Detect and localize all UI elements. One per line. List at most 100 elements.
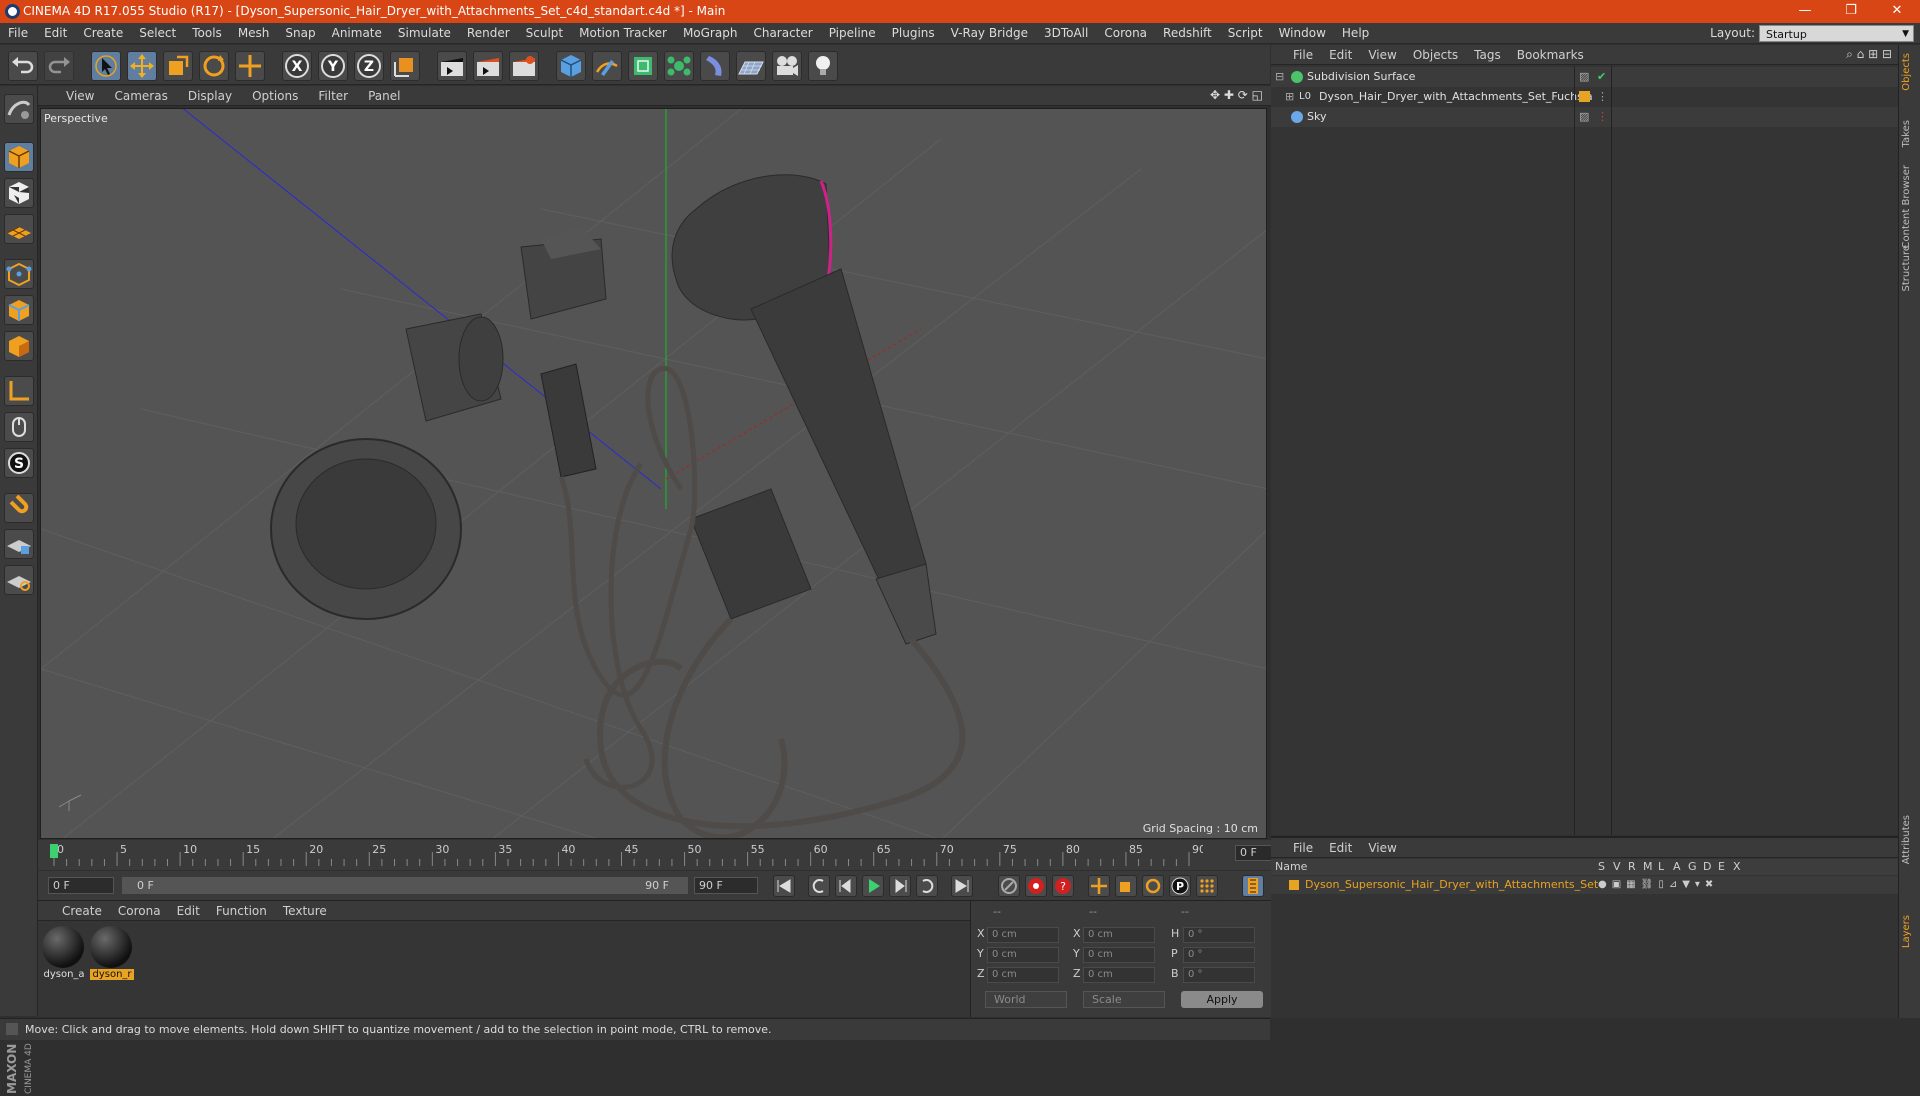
timeline-ruler[interactable]: 0 5 10 15 20 25 30 35 40 45 50 55 60 65 70 75 80 85 90 xyxy=(48,842,1203,868)
size-x-field[interactable]: 0 cm xyxy=(1083,927,1155,943)
timeline[interactable]: 0 5 10 15 20 25 30 35 40 45 50 55 60 65 70 75 80 85 90 0 F xyxy=(38,840,1299,870)
object-menu-objects[interactable]: Objects xyxy=(1405,45,1466,65)
material-menu-texture[interactable]: Texture xyxy=(275,901,335,921)
recent-tool-button[interactable] xyxy=(235,51,265,81)
material-menu-edit[interactable]: Edit xyxy=(169,901,208,921)
deformer-button[interactable] xyxy=(700,51,730,81)
polygons-mode-button[interactable] xyxy=(4,331,34,361)
menu-edit[interactable]: Edit xyxy=(36,23,75,44)
menu-character[interactable]: Character xyxy=(745,23,820,44)
material-menu-create[interactable]: Create xyxy=(54,901,110,921)
cube-primitive-button[interactable] xyxy=(556,51,586,81)
layer-col-s[interactable]: S xyxy=(1598,860,1605,873)
coordinate-system-button[interactable] xyxy=(390,51,420,81)
visibility-dots-icon[interactable]: ▨ xyxy=(1579,107,1589,127)
tab-attributes[interactable]: Attributes xyxy=(1901,815,1919,864)
object-row-dryer[interactable]: ⊞ L0 Dyson_Hair_Dryer_with_Attachments_S… xyxy=(1271,87,1898,107)
lock-workplane-button[interactable] xyxy=(4,529,34,559)
object-row-sky[interactable]: Sky ▨ ⋮ xyxy=(1271,107,1898,127)
layer-col-e[interactable]: E xyxy=(1718,860,1725,873)
move-tool-button[interactable] xyxy=(127,51,157,81)
x-axis-button[interactable]: X xyxy=(282,51,312,81)
visibility-dots-icon[interactable]: ▨ xyxy=(1579,67,1589,87)
tweak-mode-button[interactable] xyxy=(4,412,34,442)
planar-workplane-button[interactable] xyxy=(4,565,34,595)
tab-layers[interactable]: Layers xyxy=(1901,915,1919,948)
menu-3dtoall[interactable]: 3DToAll xyxy=(1036,23,1096,44)
viewport-menu-panel[interactable]: Panel xyxy=(358,86,410,106)
next-keyframe-button[interactable] xyxy=(916,875,938,897)
menu-redshift[interactable]: Redshift xyxy=(1155,23,1220,44)
go-to-start-button[interactable] xyxy=(773,875,795,897)
camera-button[interactable] xyxy=(772,51,802,81)
light-button[interactable] xyxy=(808,51,838,81)
tab-takes[interactable]: Takes xyxy=(1901,120,1919,147)
layer-row[interactable]: Dyson_Supersonic_Hair_Dryer_with_Attachm… xyxy=(1271,876,1898,894)
key-pla-button[interactable] xyxy=(1196,875,1218,897)
viewport-menu-options[interactable]: Options xyxy=(242,86,308,106)
expand-icon[interactable]: ⊞ xyxy=(1285,87,1294,107)
position-z-field[interactable]: 0 cm xyxy=(987,967,1059,983)
menu-mograph[interactable]: MoGraph xyxy=(675,23,746,44)
undo-button[interactable] xyxy=(8,51,38,81)
redo-button[interactable] xyxy=(44,51,74,81)
apply-button[interactable]: Apply xyxy=(1181,991,1263,1008)
menu-file[interactable]: File xyxy=(0,23,36,44)
render-picture-viewer-button[interactable] xyxy=(473,51,503,81)
menu-plugins[interactable]: Plugins xyxy=(884,23,943,44)
layer-color-icon[interactable] xyxy=(1579,91,1590,102)
layer-col-a[interactable]: A xyxy=(1673,860,1681,873)
viewport-menu-cameras[interactable]: Cameras xyxy=(104,86,177,106)
search-icon[interactable]: ⌕ ⌂ ⊞ ⊟ xyxy=(1846,47,1892,62)
snap-button[interactable]: S xyxy=(4,448,34,478)
layer-col-l[interactable]: L xyxy=(1658,860,1664,873)
object-menu-file[interactable]: File xyxy=(1285,45,1321,65)
menu-mesh[interactable]: Mesh xyxy=(230,23,278,44)
object-menu-edit[interactable]: Edit xyxy=(1321,45,1360,65)
viewport-navigation-icons[interactable]: ✥ ✚ ⟳ ◱ xyxy=(1210,88,1263,102)
record-keys-button[interactable] xyxy=(998,875,1020,897)
layout-select[interactable]: Startup ▼ xyxy=(1759,25,1914,42)
transform-mode-select[interactable]: Scale xyxy=(1083,991,1165,1008)
maximize-button[interactable]: ❐ xyxy=(1828,0,1874,23)
layer-flags-icons[interactable]: ●▣▦⛓▯⊿▼▾✖ xyxy=(1598,876,1718,894)
layer-col-d[interactable]: D xyxy=(1703,860,1711,873)
layer-menu-view[interactable]: View xyxy=(1360,838,1404,858)
tab-objects[interactable]: Objects xyxy=(1901,53,1919,91)
key-position-button[interactable] xyxy=(1088,875,1110,897)
timeline-window-button[interactable] xyxy=(1242,875,1264,897)
visibility-dots-icon[interactable]: ⋮ xyxy=(1597,87,1608,107)
menu-pipeline[interactable]: Pipeline xyxy=(821,23,884,44)
previous-frame-button[interactable] xyxy=(835,875,857,897)
minimize-button[interactable]: — xyxy=(1782,0,1828,23)
next-frame-button[interactable] xyxy=(889,875,911,897)
floor-button[interactable] xyxy=(736,51,766,81)
object-menu-bookmarks[interactable]: Bookmarks xyxy=(1509,45,1592,65)
layer-col-g[interactable]: G xyxy=(1688,860,1697,873)
points-mode-button[interactable] xyxy=(4,259,34,289)
collapse-icon[interactable]: ⊟ xyxy=(1275,67,1284,87)
z-axis-button[interactable]: Z xyxy=(354,51,384,81)
menu-tools[interactable]: Tools xyxy=(184,23,230,44)
playhead[interactable] xyxy=(50,844,58,858)
edges-mode-button[interactable] xyxy=(4,295,34,325)
menu-select[interactable]: Select xyxy=(131,23,184,44)
object-menu-view[interactable]: View xyxy=(1360,45,1404,65)
texture-mode-button[interactable] xyxy=(4,178,34,208)
perspective-viewport[interactable]: Perspective Grid Spacing : 10 cm xyxy=(40,108,1267,839)
viewport-menu-view[interactable]: View xyxy=(56,86,104,106)
axis-mode-button[interactable] xyxy=(4,376,34,406)
layer-col-r[interactable]: R xyxy=(1628,860,1636,873)
material-menu-corona[interactable]: Corona xyxy=(110,901,169,921)
menu-simulate[interactable]: Simulate xyxy=(390,23,459,44)
scale-tool-button[interactable] xyxy=(163,51,193,81)
visibility-dots-icon[interactable]: ⋮ xyxy=(1597,107,1608,127)
menu-script[interactable]: Script xyxy=(1220,23,1271,44)
live-selection-button[interactable] xyxy=(91,51,121,81)
material-item[interactable]: dyson_a xyxy=(42,926,86,984)
make-editable-button[interactable] xyxy=(4,94,34,124)
cloner-button[interactable] xyxy=(664,51,694,81)
menu-help[interactable]: Help xyxy=(1334,23,1377,44)
record-active-button[interactable] xyxy=(1025,875,1047,897)
check-icon[interactable]: ✔ xyxy=(1597,67,1606,87)
